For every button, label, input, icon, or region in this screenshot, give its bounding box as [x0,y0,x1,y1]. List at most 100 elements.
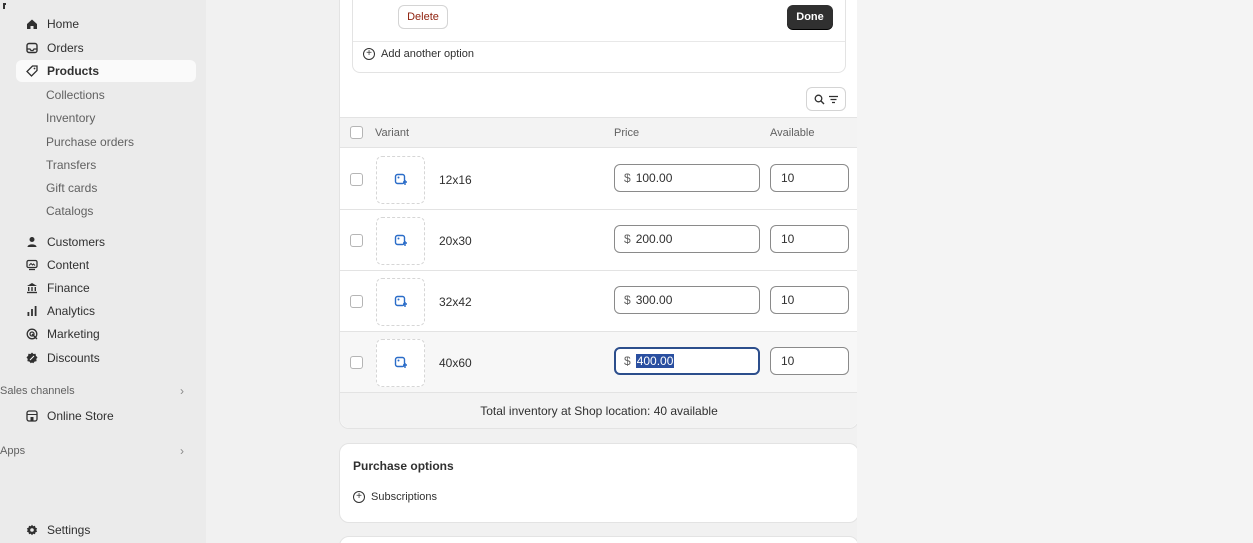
discount-icon [25,351,39,365]
variants-table-header: Variant Price Available [340,117,858,148]
price-input[interactable]: $ 300.00 [614,286,760,314]
price-input[interactable]: $ 400.00 [614,347,760,375]
currency-symbol: $ [624,232,631,246]
sidebar-item-customers[interactable]: Customers [16,231,196,253]
chevron-right-icon: › [180,444,184,458]
sidebar-item-label: Marketing [47,327,100,341]
currency-symbol: $ [624,293,631,307]
image-add-icon [394,295,407,307]
search-filter-button[interactable] [806,87,846,111]
available-input[interactable]: 10 [770,164,849,192]
done-button[interactable]: Done [787,5,833,29]
add-image-button[interactable] [376,278,425,326]
column-header-price: Price [614,127,640,139]
variant-name: 12x16 [439,173,472,187]
plus-circle-icon: + [363,48,375,60]
sidebar-subitem-transfers[interactable]: Transfers [46,155,96,175]
currency-symbol: $ [624,171,631,185]
target-icon [25,327,39,341]
price-value: 300.00 [635,293,673,307]
search-icon [814,94,824,104]
sidebar-item-finance[interactable]: Finance [16,277,196,299]
available-input[interactable]: 10 [770,347,849,375]
delete-button[interactable]: Delete [398,5,448,29]
purchase-options-title: Purchase options [353,459,454,473]
tag-icon [25,64,39,78]
total-inventory: Total inventory at Shop location: 40 ava… [340,393,858,428]
content-icon [25,258,39,272]
variant-name: 20x30 [439,234,472,248]
row-checkbox[interactable] [350,356,363,369]
table-row: 32x42 $ 300.00 10 [340,271,858,332]
home-icon [25,17,39,31]
person-icon [25,235,39,249]
sidebar-subitem-purchase-orders[interactable]: Purchase orders [46,132,134,152]
sidebar-item-online-store[interactable]: Online Store [16,405,196,427]
sidebar-item-analytics[interactable]: Analytics [16,300,196,322]
filter-icon [828,95,838,103]
bar-chart-icon [25,304,39,318]
apps-header[interactable]: Apps › [0,442,196,460]
sidebar-item-content[interactable]: Content [16,254,196,276]
plus-circle-icon: + [353,491,365,503]
column-header-available: Available [770,127,815,139]
variants-card: Delete Done + Add another option Variant… [339,0,859,429]
subscriptions-label: Subscriptions [371,491,438,503]
sidebar-subitem-collections[interactable]: Collections [46,85,105,105]
sidebar-item-home[interactable]: Home [16,13,196,35]
next-card [339,536,859,543]
available-input[interactable]: 10 [770,225,849,253]
add-option-link[interactable]: + Add another option [363,48,474,60]
sidebar-subitem-gift-cards[interactable]: Gift cards [46,178,97,198]
price-value-selected: 400.00 [635,354,675,368]
sales-channels-header[interactable]: Sales channels › [0,382,196,400]
sidebar-item-label: Orders [47,41,84,55]
sidebar-item-label: Products [47,64,100,78]
inbox-icon [25,41,39,55]
sidebar-item-label: Settings [47,523,91,537]
right-blank-area [857,0,1253,543]
price-input[interactable]: $ 100.00 [614,164,760,192]
row-checkbox[interactable] [350,173,363,186]
sales-channels-label: Sales channels [0,385,75,397]
chevron-right-icon: › [180,384,184,398]
option-editor: Delete Done + Add another option [352,0,846,73]
table-row: 12x16 $ 100.00 10 [340,149,858,210]
sidebar-item-label: Finance [47,281,90,295]
add-image-button[interactable] [376,339,425,387]
sidebar-item-label: Customers [47,235,106,249]
available-input[interactable]: 10 [770,286,849,314]
image-add-icon [394,173,407,185]
variant-name: 32x42 [439,295,472,309]
divider [353,41,845,42]
sidebar-item-label: Home [47,17,80,31]
price-input[interactable]: $ 200.00 [614,225,760,253]
image-add-icon [394,234,407,246]
row-checkbox[interactable] [350,234,363,247]
add-image-button[interactable] [376,217,425,265]
add-option-label: Add another option [381,48,474,60]
corner-mark [3,3,6,9]
bank-icon [25,281,39,295]
row-checkbox[interactable] [350,295,363,308]
sidebar-item-orders[interactable]: Orders [16,37,196,59]
sidebar-item-label: Content [47,258,90,272]
sidebar-item-products[interactable]: Products [16,60,196,82]
sidebar-item-settings[interactable]: Settings [16,519,196,541]
add-image-button[interactable] [376,156,425,204]
sidebar-subitem-inventory[interactable]: Inventory [46,108,95,128]
subscriptions-link[interactable]: + Subscriptions [353,491,437,503]
table-row: 40x60 $ 400.00 10 [340,332,858,393]
image-add-icon [394,356,407,368]
sidebar-item-marketing[interactable]: Marketing [16,323,196,345]
price-value: 100.00 [635,171,673,185]
price-value: 200.00 [635,232,673,246]
sidebar-item-label: Online Store [47,409,114,423]
apps-label: Apps [0,445,26,457]
table-row: 20x30 $ 200.00 10 [340,210,858,271]
sidebar-subitem-catalogs[interactable]: Catalogs [46,201,93,221]
sidebar-item-discounts[interactable]: Discounts [16,347,196,369]
sidebar: Home Orders Products Collections Invento… [0,0,206,543]
purchase-options-card: Purchase options + Subscriptions [339,443,859,523]
select-all-checkbox[interactable] [350,126,363,139]
